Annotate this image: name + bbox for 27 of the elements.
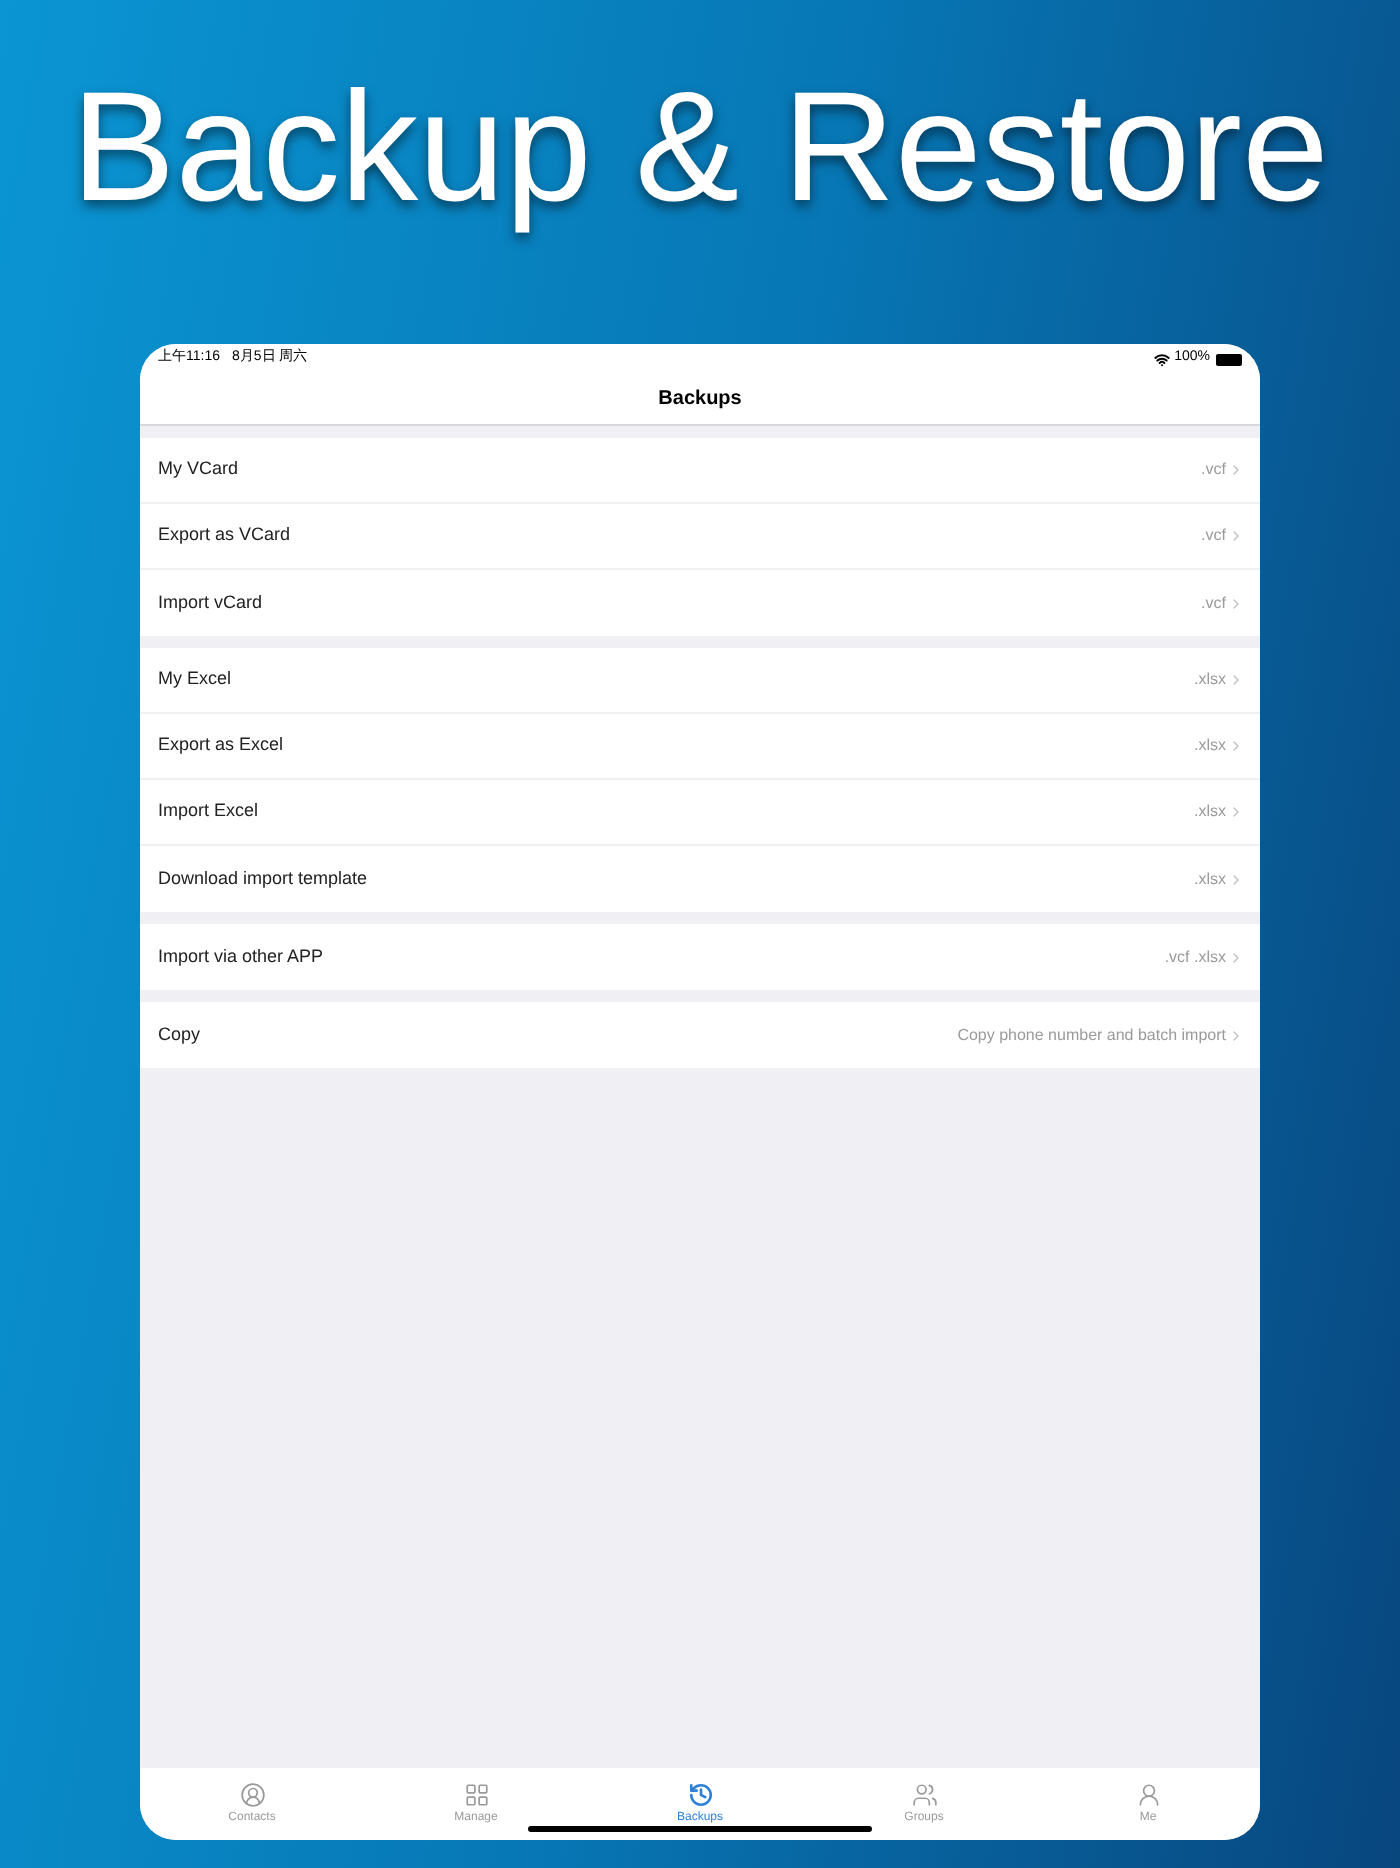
wifi-icon xyxy=(1154,351,1171,367)
history-clock-icon xyxy=(687,1781,713,1807)
list-row[interactable]: Download import template .xlsx xyxy=(140,846,1260,912)
list-row[interactable]: Import via other APP .vcf .xlsx xyxy=(140,924,1260,990)
chevron-icon xyxy=(1228,528,1244,544)
chevron-icon xyxy=(1228,1027,1244,1043)
chevron-icon xyxy=(1228,462,1244,478)
battery-icon xyxy=(1216,353,1242,365)
chevron-icon xyxy=(1228,871,1244,887)
person-circle-icon xyxy=(239,1781,265,1807)
list-row[interactable]: My Excel .xlsx xyxy=(140,648,1260,714)
nav-title: Backups xyxy=(658,386,742,414)
person-icon xyxy=(1135,1781,1161,1807)
chevron-icon xyxy=(1228,949,1244,965)
list-row[interactable]: Import vCard .vcf xyxy=(140,570,1260,636)
chevron-icon xyxy=(1228,595,1244,611)
headline: Backup & Restore xyxy=(71,68,1329,238)
list-row[interactable]: My VCard .vcf xyxy=(140,438,1260,504)
list-row[interactable]: Export as VCard .vcf xyxy=(140,504,1260,570)
grid-icon xyxy=(463,1781,489,1807)
list-row[interactable]: Copy Copy phone number and batch import xyxy=(140,1002,1260,1068)
chevron-icon xyxy=(1228,672,1244,688)
people-icon xyxy=(911,1781,937,1807)
list-row[interactable]: Import Excel .xlsx xyxy=(140,780,1260,846)
chevron-icon xyxy=(1228,738,1244,754)
chevron-icon xyxy=(1228,804,1244,820)
list-row[interactable]: Export as Excel .xlsx xyxy=(140,714,1260,780)
